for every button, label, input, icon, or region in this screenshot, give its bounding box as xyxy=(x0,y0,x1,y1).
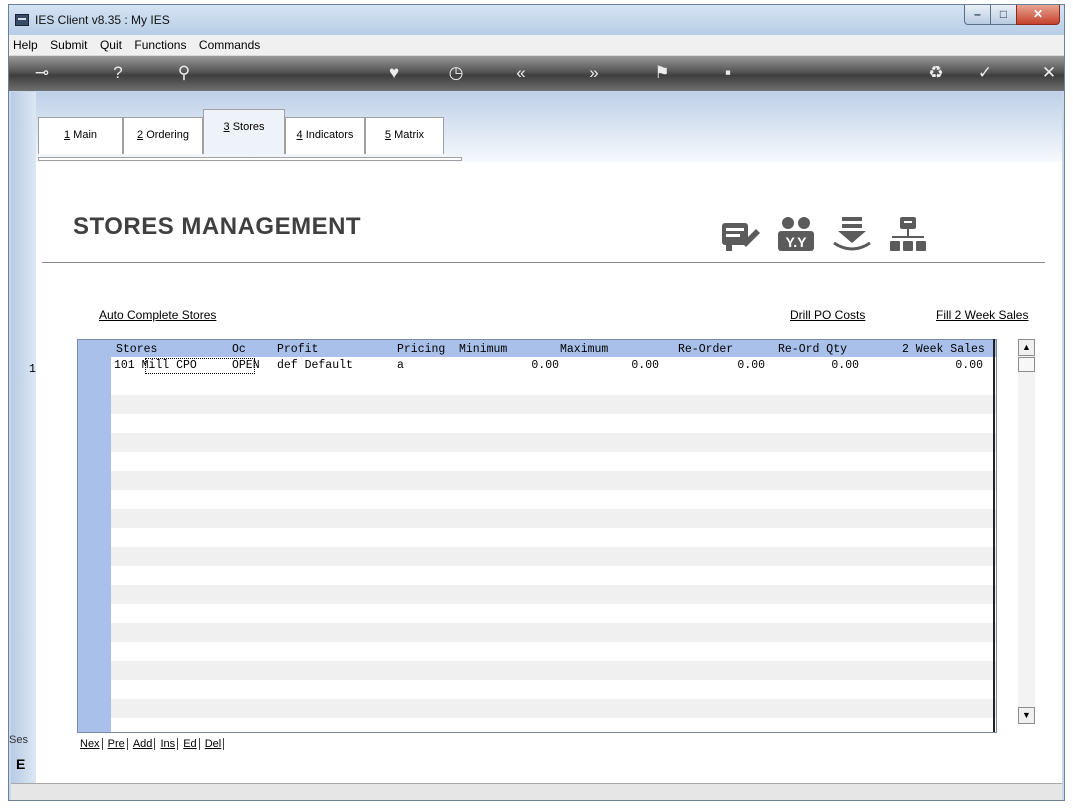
people-icon[interactable]: Y.Y xyxy=(774,215,818,255)
tab-matrix[interactable]: 5 Matrix xyxy=(365,117,444,154)
tab-ordering[interactable]: 2 Ordering xyxy=(123,117,203,154)
cell-oc[interactable]: OPEN xyxy=(232,359,260,372)
clock-icon[interactable]: ◷ xyxy=(441,60,471,86)
check-icon[interactable]: ✓ xyxy=(970,60,1000,86)
app-window: IES Client v8.35 : My IES – □ ✕ Help Sub… xyxy=(8,4,1065,801)
scroll-thumb[interactable] xyxy=(1018,357,1035,372)
row-number: 1 xyxy=(29,363,36,376)
table-row-empty xyxy=(111,395,996,414)
notes-edit-icon[interactable] xyxy=(718,215,762,255)
tab-underline xyxy=(38,157,462,161)
table-row-empty xyxy=(111,585,996,604)
tab-indicators[interactable]: 4 Indicators xyxy=(285,117,365,154)
client-area: 1 Main 2 Ordering 3 Stores 4 Indicators … xyxy=(9,92,1062,799)
nav-edit-link[interactable]: Ed xyxy=(181,738,200,750)
nav-add-link[interactable]: Add xyxy=(131,738,156,750)
table-row-empty xyxy=(111,547,996,566)
table-row-empty xyxy=(111,661,996,680)
app-icon xyxy=(15,14,29,26)
page-title: STORES MANAGEMENT xyxy=(73,213,362,240)
menu-commands[interactable]: Commands xyxy=(195,35,264,52)
recycle-icon[interactable]: ♻ xyxy=(921,60,951,86)
col-pricing[interactable]: Pricing xyxy=(397,343,445,356)
cell-profit[interactable]: def Default xyxy=(277,359,353,372)
scroll-down-button[interactable]: ▼ xyxy=(1018,707,1035,724)
close-window-button[interactable]: ✕ xyxy=(1016,5,1060,25)
svg-text:Y.Y: Y.Y xyxy=(785,234,807,250)
title-divider xyxy=(42,262,1045,263)
row-gutter xyxy=(78,340,111,732)
table-row-empty xyxy=(111,623,996,642)
download-icon[interactable] xyxy=(830,215,874,255)
window-title: IES Client v8.35 : My IES xyxy=(35,13,170,27)
grid-nav-links: Nex Pre Add Ins Ed Del xyxy=(78,738,225,750)
col-reordqty[interactable]: Re-Ord Qty xyxy=(778,343,847,356)
save-icon[interactable]: ▪ xyxy=(713,60,743,86)
nav-prev-link[interactable]: Pre xyxy=(106,738,128,750)
maximize-button[interactable]: □ xyxy=(990,5,1017,25)
rewind-icon[interactable]: « xyxy=(506,60,536,86)
col-stores[interactable]: Stores xyxy=(116,343,157,356)
menu-submit[interactable]: Submit xyxy=(46,35,91,52)
vertical-scrollbar[interactable]: ▲ ▼ xyxy=(1018,339,1035,724)
close-icon[interactable]: ✕ xyxy=(1034,60,1064,86)
menu-bar: Help Submit Quit Functions Commands xyxy=(9,35,1064,56)
menu-functions[interactable]: Functions xyxy=(130,35,190,52)
forward-icon[interactable]: » xyxy=(579,60,609,86)
cell-minimum[interactable]: 0.00 xyxy=(491,359,559,372)
nav-insert-link[interactable]: Ins xyxy=(158,738,179,750)
scroll-up-button[interactable]: ▲ xyxy=(1018,339,1035,356)
nav-delete-link[interactable]: Del xyxy=(203,738,225,750)
nav-next-link[interactable]: Nex xyxy=(78,738,103,750)
fill-2-week-sales-link[interactable]: Fill 2 Week Sales xyxy=(936,308,1028,322)
col-reorder[interactable]: Re-Order xyxy=(678,343,733,356)
session-label: Ses xyxy=(9,734,28,746)
tab-stores[interactable]: 3 Stores xyxy=(203,109,285,154)
key-icon[interactable]: ⊸ xyxy=(27,60,57,86)
session-char: E xyxy=(16,756,26,772)
side-band xyxy=(11,92,36,799)
help-icon[interactable]: ? xyxy=(103,60,133,86)
toolbar: ⊸ ? ⚲ ♥ ◷ « » ⚑ ▪ ♻ ✓ ✕ xyxy=(9,56,1064,91)
col-maximum[interactable]: Maximum xyxy=(560,343,608,356)
menu-help[interactable]: Help xyxy=(9,35,42,52)
cell-reordqty[interactable]: 0.00 xyxy=(791,359,859,372)
grid-right-border xyxy=(993,339,995,732)
col-2-week-sales[interactable]: 2 Week Sales xyxy=(902,343,985,356)
cell-store[interactable]: 101 Mill CPO xyxy=(114,359,197,372)
table-row-empty xyxy=(111,509,996,528)
drill-po-costs-link[interactable]: Drill PO Costs xyxy=(790,308,865,322)
cell-2-week-sales[interactable]: 0.00 xyxy=(903,359,983,372)
cell-maximum[interactable]: 0.00 xyxy=(591,359,659,372)
title-bar: IES Client v8.35 : My IES – □ ✕ xyxy=(9,5,1064,35)
table-row-empty xyxy=(111,699,996,718)
cell-reorder[interactable]: 0.00 xyxy=(697,359,765,372)
heart-icon[interactable]: ♥ xyxy=(379,60,409,86)
table-row-empty xyxy=(111,433,996,452)
tab-main[interactable]: 1 Main xyxy=(38,117,123,154)
auto-complete-stores-link[interactable]: Auto Complete Stores xyxy=(99,308,216,322)
minimize-button[interactable]: – xyxy=(964,5,991,25)
col-profit[interactable]: Profit xyxy=(277,343,318,356)
col-oc[interactable]: Oc xyxy=(232,343,246,356)
cell-pricing[interactable]: a xyxy=(397,359,404,372)
hierarchy-icon[interactable] xyxy=(886,215,930,255)
grid-header: Stores Oc Profit Pricing Minimum Maximum… xyxy=(111,340,996,357)
table-row[interactable]: 101 Mill CPO OPEN def Default a 0.00 0.0… xyxy=(111,357,996,376)
stores-grid: Stores Oc Profit Pricing Minimum Maximum… xyxy=(77,339,997,733)
menu-quit[interactable]: Quit xyxy=(96,35,126,52)
status-bar xyxy=(11,783,1062,800)
table-row-empty xyxy=(111,471,996,490)
col-minimum[interactable]: Minimum xyxy=(459,343,507,356)
search-icon[interactable]: ⚲ xyxy=(169,60,199,86)
flag-icon[interactable]: ⚑ xyxy=(647,60,677,86)
